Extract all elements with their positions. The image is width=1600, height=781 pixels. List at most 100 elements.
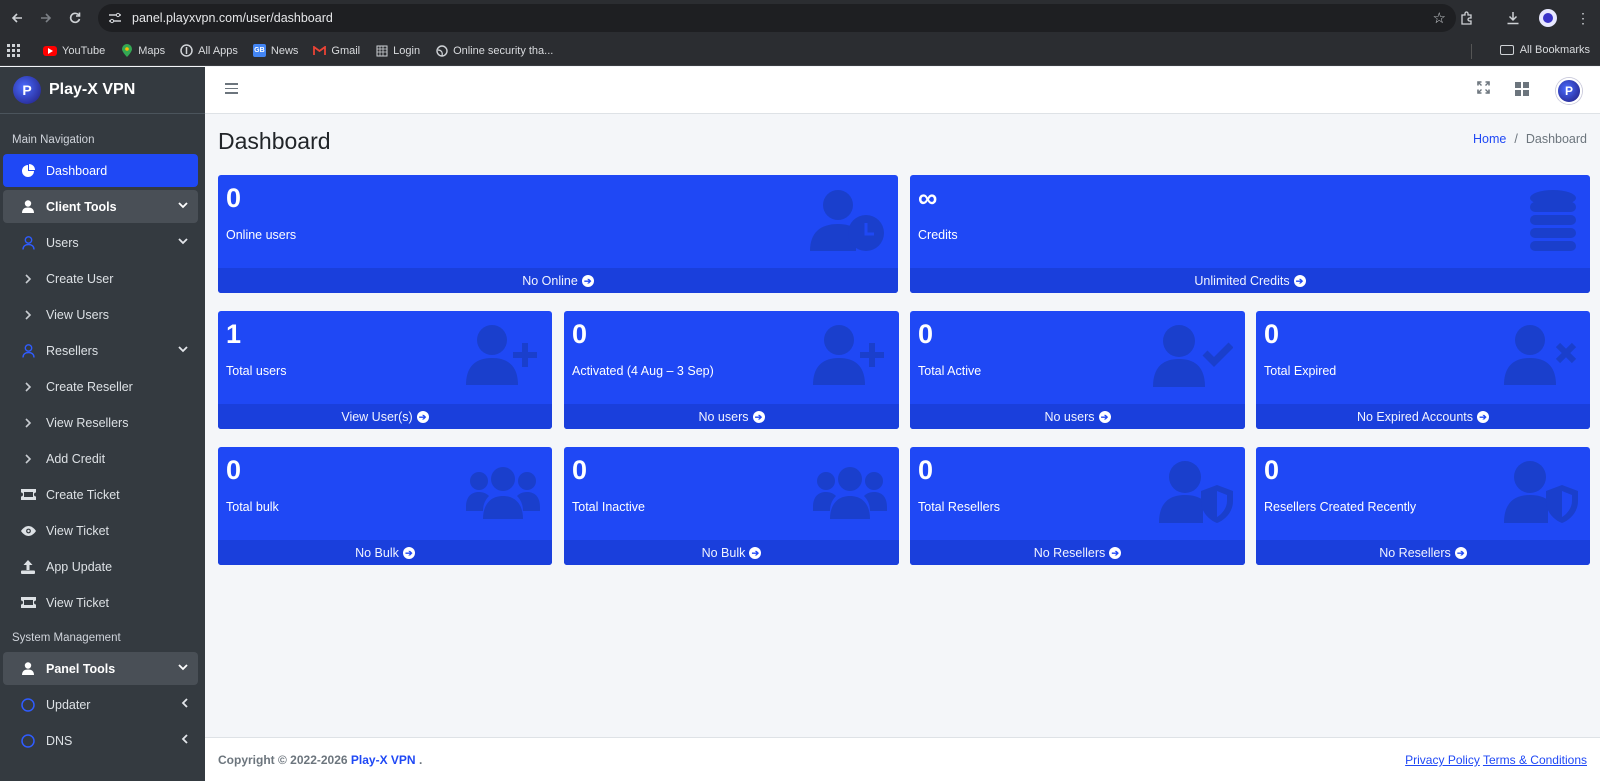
sidebar-item-app-update[interactable]: App Update: [3, 550, 198, 583]
card-footer-link[interactable]: No users ➔: [564, 404, 899, 429]
chevron-right-icon: [19, 273, 37, 284]
sidebar-item-client-tools[interactable]: Client Tools: [3, 190, 198, 223]
chevron-right-icon: [19, 417, 37, 428]
bookmark-youtube[interactable]: YouTube: [43, 45, 105, 57]
card-total-inactive: 0 Total Inactive No Bulk ➔: [564, 447, 899, 565]
forward-arrow-icon: [41, 13, 52, 23]
card-online-users: 0 Online users No Online ➔: [218, 175, 898, 293]
sidebar-item-create-ticket[interactable]: Create Ticket: [3, 478, 198, 511]
sidebar-item-view-users[interactable]: View Users: [3, 298, 198, 331]
profile-avatar[interactable]: [1537, 7, 1559, 29]
card-label: Credits: [918, 228, 958, 242]
card-label: Online users: [226, 228, 297, 242]
card-label: Total Inactive: [572, 500, 645, 514]
folder-icon: [1499, 45, 1514, 55]
back-button[interactable]: [5, 6, 29, 30]
card-footer-link[interactable]: No Resellers ➔: [1256, 540, 1590, 565]
bookmark-news[interactable]: GB News: [252, 44, 298, 57]
card-footer-link[interactable]: No Bulk ➔: [564, 540, 899, 565]
circle-icon: [19, 733, 37, 748]
address-bar[interactable]: panel.playxvpn.com/user/dashboard ☆: [98, 4, 1456, 32]
user-outline-icon: [19, 235, 37, 250]
arrow-circle-right-icon: ➔: [752, 410, 765, 423]
chevron-down-icon: [178, 662, 188, 674]
bookmark-online-security[interactable]: Online security tha...: [435, 44, 553, 57]
sidebar-item-view-resellers[interactable]: View Resellers: [3, 406, 198, 439]
user-outline-icon: [19, 343, 37, 358]
extensions-icon[interactable]: [1456, 7, 1478, 29]
youtube-icon: [43, 45, 57, 56]
brand-logo: P: [13, 76, 41, 104]
sidebar-item-resellers[interactable]: Resellers: [3, 334, 198, 367]
sidebar-item-create-user[interactable]: Create User: [3, 262, 198, 295]
sidebar-item-panel-tools[interactable]: Panel Tools: [3, 652, 198, 685]
user-check-icon: [1153, 325, 1234, 392]
privacy-policy-link[interactable]: Privacy Policy: [1405, 753, 1480, 767]
bookmark-maps[interactable]: Maps: [120, 44, 165, 57]
card-value: 0: [918, 319, 934, 349]
fullscreen-icon[interactable]: [1477, 81, 1490, 97]
user-shield-icon: [1504, 461, 1578, 528]
hamburger-menu-icon[interactable]: [225, 83, 238, 94]
card-total-users: 1 Total users View User(s) ➔: [218, 311, 552, 429]
card-value: 0: [226, 183, 242, 213]
card-value: 0: [572, 455, 588, 485]
eye-icon: [19, 525, 37, 536]
reload-icon: [69, 12, 81, 24]
system-management-header: System Management: [12, 632, 121, 644]
dashboard-icon: [19, 163, 37, 178]
card-total-resellers: 0 Total Resellers No Resellers ➔: [910, 447, 1245, 565]
card-footer-link[interactable]: No Expired Accounts ➔: [1256, 404, 1590, 429]
sidebar-item-updater[interactable]: Updater: [3, 688, 198, 721]
card-footer-link[interactable]: No users ➔: [910, 404, 1245, 429]
reload-button[interactable]: [63, 6, 87, 30]
breadcrumb-home-link[interactable]: Home: [1473, 132, 1506, 146]
page-title: Dashboard: [218, 128, 331, 154]
bookmark-login[interactable]: Login: [375, 44, 420, 57]
sidebar-item-add-credit[interactable]: Add Credit: [3, 442, 198, 475]
gmail-icon: [313, 44, 327, 57]
apps-grid-icon[interactable]: [1515, 82, 1529, 96]
arrow-circle-right-icon: ➔: [1098, 410, 1111, 423]
card-credits: ∞ Credits Unlimited Credits ➔: [910, 175, 1590, 293]
globe-icon: [435, 44, 448, 57]
bookmark-all-apps[interactable]: All Apps: [180, 44, 238, 57]
login-icon: [375, 44, 388, 57]
footer-brand-link[interactable]: Play-X VPN: [351, 753, 416, 767]
sidebar-item-users[interactable]: Users: [3, 226, 198, 259]
card-total-active: 0 Total Active No users ➔: [910, 311, 1245, 429]
card-footer-link[interactable]: No Resellers ➔: [910, 540, 1245, 565]
terms-conditions-link[interactable]: Terms & Conditions: [1483, 753, 1587, 767]
all-bookmarks-button[interactable]: All Bookmarks: [1499, 44, 1590, 56]
brand-name: Play-X VPN: [49, 81, 136, 98]
sidebar-item-create-reseller[interactable]: Create Reseller: [3, 370, 198, 403]
card-value: ∞: [918, 183, 938, 213]
brand[interactable]: P Play-X VPN: [0, 67, 205, 114]
sidebar-item-dashboard[interactable]: Dashboard: [3, 154, 198, 187]
card-label: Total users: [226, 364, 287, 378]
card-activated: 0 Activated (4 Aug – 3 Sep) No users ➔: [564, 311, 899, 429]
url-text[interactable]: panel.playxvpn.com/user/dashboard: [132, 11, 333, 25]
circle-icon: [19, 697, 37, 712]
breadcrumb: Home / Dashboard: [1473, 132, 1587, 146]
copyright-text: Copyright © 2022-2026 Play-X VPN .: [218, 753, 423, 767]
download-icon[interactable]: [1502, 7, 1524, 29]
user-avatar[interactable]: P: [1556, 78, 1582, 104]
bookmark-gmail[interactable]: Gmail: [313, 44, 360, 57]
forward-button[interactable]: [34, 6, 58, 30]
card-footer-link[interactable]: View User(s) ➔: [218, 404, 552, 429]
card-label: Total Resellers: [918, 500, 1000, 514]
card-footer-link[interactable]: Unlimited Credits ➔: [910, 268, 1590, 293]
sidebar-item-view-ticket-2[interactable]: View Ticket: [3, 586, 198, 619]
card-total-expired: 0 Total Expired No Expired Accounts ➔: [1256, 311, 1590, 429]
apps-grid-icon[interactable]: [7, 43, 21, 58]
sidebar-item-dns[interactable]: DNS: [3, 724, 198, 757]
card-footer-link[interactable]: No Bulk ➔: [218, 540, 552, 565]
card-footer-link[interactable]: No Online ➔: [218, 268, 898, 293]
site-settings-icon[interactable]: [108, 11, 122, 25]
sidebar: P Play-X VPN Main Navigation Dashboard C…: [0, 67, 205, 781]
arrow-circle-right-icon: ➔: [1109, 546, 1122, 559]
more-menu-icon[interactable]: ⋮: [1572, 7, 1594, 29]
sidebar-item-view-ticket[interactable]: View Ticket: [3, 514, 198, 547]
arrow-circle-right-icon: ➔: [581, 274, 594, 287]
